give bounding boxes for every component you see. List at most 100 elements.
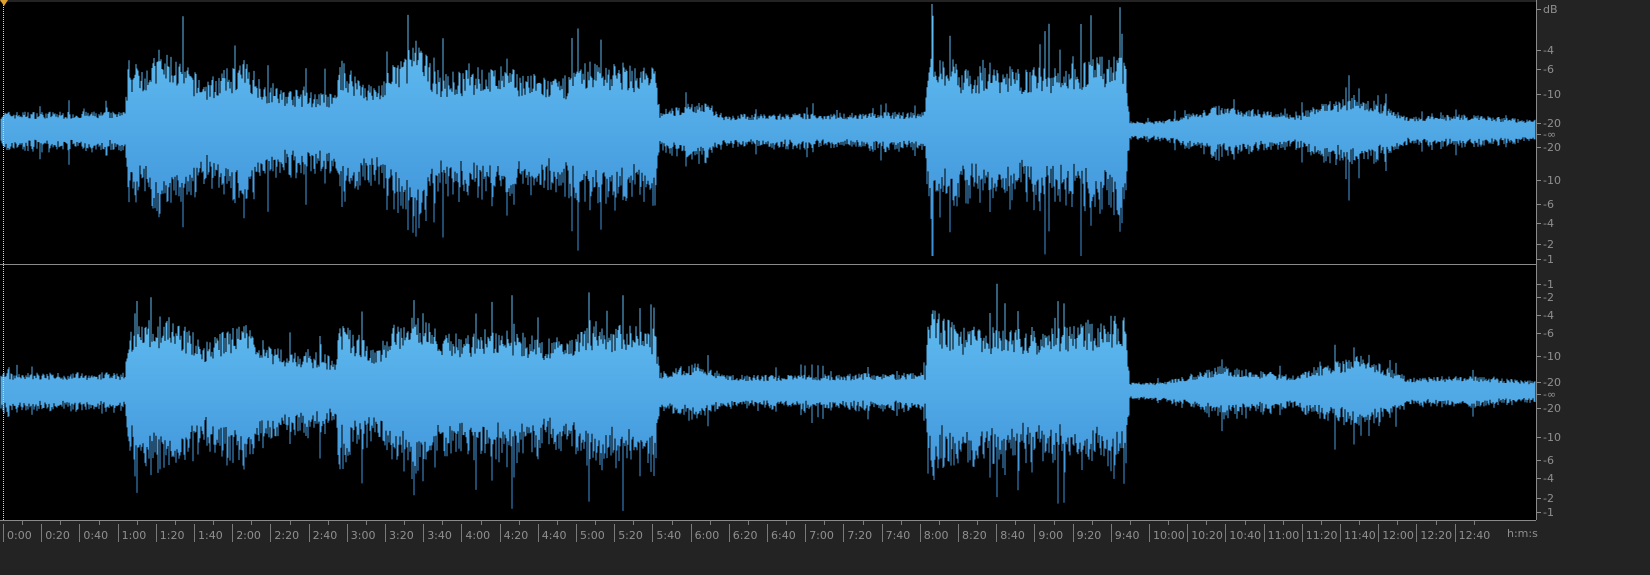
time-minor-tick — [556, 521, 558, 525]
time-tick-label: 1:20 — [155, 524, 185, 542]
time-minor-tick — [595, 521, 597, 525]
time-minor-tick — [862, 521, 864, 525]
time-unit-label: h:m:s — [1507, 527, 1538, 540]
time-minor-tick — [22, 521, 24, 525]
time-minor-tick — [213, 521, 215, 525]
time-minor-tick — [327, 521, 329, 525]
time-minor-tick — [251, 521, 253, 525]
time-minor-tick — [1091, 521, 1093, 525]
db-label: -20 — [1537, 402, 1561, 415]
db-label: -∞ — [1536, 388, 1557, 401]
time-minor-tick — [1473, 521, 1475, 525]
waveform-right-channel — [0, 283, 1536, 511]
time-tick-label: 1:00 — [117, 524, 146, 542]
time-tick-label: 5:20 — [614, 524, 643, 542]
time-tick-label: 12:20 — [1416, 524, 1452, 542]
time-minor-tick — [633, 521, 635, 525]
time-tick-label: 3:00 — [346, 524, 376, 542]
time-tick-label: 12:40 — [1454, 524, 1490, 542]
db-label: -6 — [1537, 454, 1554, 467]
time-tick-label: 7:40 — [881, 524, 910, 542]
time-minor-tick — [365, 521, 367, 525]
time-tick-label: 10:00 — [1149, 524, 1185, 542]
time-minor-tick — [977, 521, 979, 525]
db-label: -6 — [1537, 63, 1554, 76]
time-tick-label: 10:20 — [1187, 524, 1223, 542]
time-tick-label: 3:20 — [385, 524, 414, 542]
playhead-line — [3, 2, 4, 520]
time-tick-label: 2:40 — [308, 524, 337, 542]
time-minor-tick — [709, 521, 711, 525]
time-tick-label: 9:20 — [1072, 524, 1101, 542]
db-label: -4 — [1537, 472, 1554, 485]
db-label: -2 — [1537, 291, 1554, 304]
db-label: -4 — [1537, 44, 1554, 57]
db-label: -2 — [1537, 492, 1554, 505]
time-tick-label: 0:00 — [3, 524, 32, 542]
db-label: -6 — [1537, 327, 1554, 340]
db-label: -1 — [1537, 506, 1554, 519]
time-minor-tick — [1397, 521, 1399, 525]
db-label: -10 — [1537, 88, 1561, 101]
time-tick-label: 9:00 — [1034, 524, 1063, 542]
db-ruler: dB -4 -6 -10 -20 -∞ -20 -10 -6 -4 -2 -1 -1 -2 -4 -6 -10… — [1536, 0, 1650, 520]
time-minor-tick — [98, 521, 100, 525]
time-minor-tick — [671, 521, 673, 525]
db-label: -1 — [1537, 278, 1554, 291]
time-tick-label: 5:40 — [652, 524, 681, 542]
time-tick-label: 3:40 — [423, 524, 452, 542]
time-minor-tick — [136, 521, 138, 525]
time-tick-label: 6:00 — [690, 524, 719, 542]
time-minor-tick — [786, 521, 788, 525]
db-label: -4 — [1537, 217, 1554, 230]
time-minor-tick — [442, 521, 444, 525]
time-minor-tick — [900, 521, 902, 525]
time-tick-label: 12:00 — [1378, 524, 1414, 542]
time-tick-label: 6:20 — [728, 524, 758, 542]
waveform-canvas[interactable] — [0, 2, 1536, 520]
time-minor-tick — [1015, 521, 1017, 525]
time-minor-tick — [518, 521, 520, 525]
db-label: -1 — [1537, 253, 1554, 266]
waveform-display[interactable] — [0, 2, 1536, 520]
playhead-marker[interactable] — [0, 0, 8, 6]
time-minor-tick — [1435, 521, 1437, 525]
time-tick-label: 8:40 — [996, 524, 1025, 542]
time-tick-label: 11:20 — [1301, 524, 1338, 542]
time-minor-tick — [289, 521, 291, 525]
time-minor-tick — [1320, 521, 1322, 525]
time-minor-tick — [1206, 521, 1208, 525]
time-minor-tick — [1244, 521, 1246, 525]
time-minor-tick — [938, 521, 940, 525]
time-tick-label: 4:00 — [461, 524, 490, 542]
time-tick-label: 10:40 — [1225, 524, 1261, 542]
db-label: -20 — [1537, 141, 1561, 154]
db-label: -∞ — [1536, 128, 1557, 141]
time-minor-tick — [1282, 521, 1284, 525]
time-minor-tick — [174, 521, 176, 525]
time-tick-label: 2:20 — [270, 524, 299, 542]
db-label: -2 — [1537, 238, 1554, 251]
db-label: -10 — [1537, 174, 1561, 187]
db-label: -10 — [1537, 350, 1561, 363]
time-tick-label: 1:40 — [194, 524, 223, 542]
time-minor-tick — [1053, 521, 1055, 525]
time-ruler[interactable]: 0:00 0:20 0:40 1:00 1:20 1:40 2:00 2:20 2:40 3:00… — [0, 520, 1536, 546]
db-label: -10 — [1537, 431, 1561, 444]
time-tick-label: 0:40 — [79, 524, 108, 542]
time-tick-label: 5:00 — [576, 524, 605, 542]
time-tick-label: 11:40 — [1340, 524, 1376, 542]
db-label: -4 — [1537, 309, 1554, 322]
time-minor-tick — [747, 521, 749, 525]
waveform-left-channel — [0, 4, 1536, 256]
time-tick-label: 6:40 — [767, 524, 796, 542]
time-tick-label: 4:40 — [537, 524, 567, 542]
time-tick-label: 2:00 — [232, 524, 261, 542]
time-minor-tick — [60, 521, 62, 525]
db-unit-label: dB — [1537, 3, 1558, 16]
time-tick-label: 7:00 — [805, 524, 834, 542]
time-tick-label: 11:00 — [1263, 524, 1299, 542]
time-tick-label: 8:00 — [919, 524, 949, 542]
time-tick-label: 8:20 — [958, 524, 987, 542]
status-bar — [0, 546, 1650, 575]
